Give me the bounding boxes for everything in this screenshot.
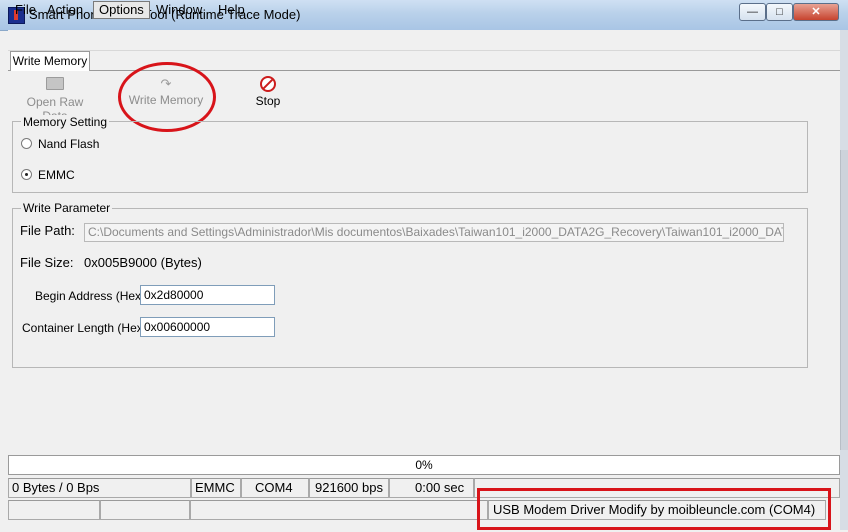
menu-window[interactable]: Window [151, 1, 207, 19]
maximize-button[interactable]: □ [766, 3, 793, 21]
stop-label: Stop [255, 94, 281, 108]
emmc-label: EMMC [38, 168, 75, 182]
status-empty-2 [8, 500, 100, 520]
status-port: COM4 [241, 478, 309, 498]
stop-icon [260, 76, 276, 92]
memory-setting-title: Memory Setting [21, 115, 110, 129]
write-parameter-title: Write Parameter [21, 201, 113, 215]
status-storage: EMMC [191, 478, 241, 498]
begin-address-label: Begin Address (Hex) : [35, 289, 152, 303]
folder-icon [46, 77, 64, 90]
file-path-label: File Path: [20, 223, 75, 238]
menu-options[interactable]: Options [93, 1, 150, 19]
file-path-field[interactable]: C:\Documents and Settings\Administrador\… [84, 223, 784, 242]
nand-flash-radio[interactable] [21, 138, 32, 149]
minimize-button[interactable]: — [739, 3, 766, 21]
file-size-value: 0x005B9000 (Bytes) [84, 255, 202, 270]
tab-write-memory-label: Write Memory [12, 54, 88, 68]
container-length-input[interactable]: 0x00600000 [140, 317, 275, 337]
menu-options-label: Options [99, 2, 144, 17]
menu-file[interactable]: File [10, 1, 41, 19]
nand-flash-label: Nand Flash [38, 137, 100, 151]
menu-file-label: File [15, 2, 36, 17]
menu-action[interactable]: Action [42, 1, 88, 19]
status-baud: 921600 bps [309, 478, 389, 498]
menu-window-label: Window [156, 2, 203, 17]
status-empty-3 [100, 500, 190, 520]
stop-button[interactable]: Stop [248, 76, 288, 108]
highlight-rectangle [477, 488, 831, 530]
close-button[interactable]: ✕ [793, 3, 839, 21]
menu-bar [8, 30, 840, 51]
memory-setting-group [12, 121, 808, 193]
progress-text: 0% [415, 458, 433, 472]
file-size-label: File Size: [20, 255, 74, 270]
menu-action-label: Action [47, 2, 84, 17]
menu-help-label: Help [218, 2, 245, 17]
status-empty-4 [190, 500, 488, 520]
begin-address-input[interactable]: 0x2d80000 [140, 285, 275, 305]
progress-bar: 0% [8, 455, 840, 475]
status-bytes: 0 Bytes / 0 Bps [8, 478, 191, 498]
status-time: 0:00 sec [389, 478, 474, 498]
tab-write-memory[interactable]: Write Memory [10, 51, 90, 71]
emmc-radio[interactable] [21, 169, 32, 180]
menu-help[interactable]: Help [213, 1, 250, 19]
container-length-label: Container Length (Hex) : [22, 321, 154, 335]
scrollbar-thumb[interactable] [840, 150, 848, 450]
